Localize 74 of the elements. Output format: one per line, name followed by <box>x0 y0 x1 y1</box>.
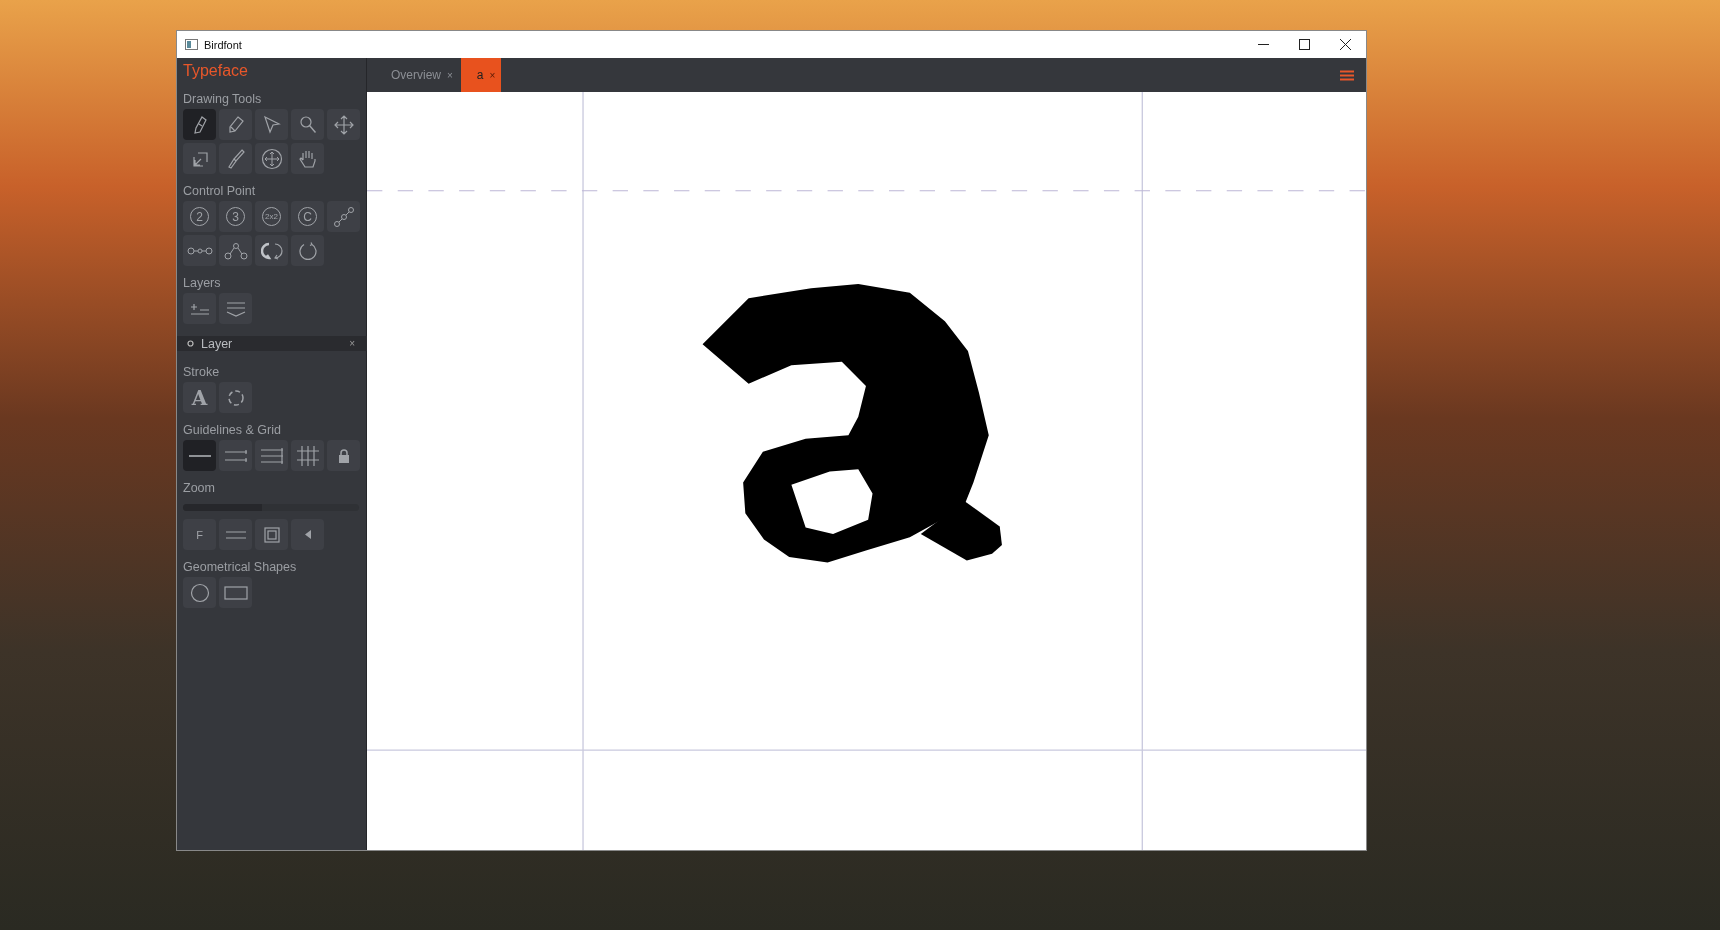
grid-icon <box>296 445 319 466</box>
tool-button[interactable] <box>327 201 360 232</box>
tool-button[interactable]: F <box>183 519 216 550</box>
tool-button[interactable] <box>219 143 252 174</box>
maximize-icon <box>1299 39 1310 50</box>
tool-button[interactable] <box>291 440 324 471</box>
section-heading: Control Point <box>183 184 257 198</box>
tool-button[interactable] <box>255 143 288 174</box>
tool-button[interactable] <box>219 293 252 324</box>
tool-button[interactable]: 3 <box>219 201 252 232</box>
tool-button[interactable] <box>327 440 360 471</box>
tool-button[interactable] <box>255 519 288 550</box>
layer-row[interactable]: Layer × <box>177 336 367 351</box>
section-heading: Drawing Tools <box>183 92 263 106</box>
tool-button[interactable] <box>183 440 216 471</box>
tool-button[interactable]: 2 <box>183 201 216 232</box>
tool-button[interactable] <box>183 577 216 608</box>
circle-icon <box>189 582 210 603</box>
move-circle-icon <box>260 147 283 170</box>
search-icon <box>297 114 318 135</box>
nodes-icon <box>223 241 248 260</box>
rectangle-icon <box>223 585 248 600</box>
tab[interactable]: Overview × <box>379 58 461 92</box>
layers-icon <box>225 300 246 317</box>
square-frame-icon <box>263 526 280 543</box>
typeface-title: Typeface <box>183 62 249 80</box>
tool-button[interactable] <box>219 577 252 608</box>
layer-close-button[interactable]: × <box>349 338 355 349</box>
close-icon <box>1340 39 1351 50</box>
tool-button[interactable] <box>183 109 216 140</box>
app-icon <box>185 39 198 50</box>
lines-icon <box>224 449 247 462</box>
tab[interactable]: a × <box>460 58 502 92</box>
tool-button[interactable] <box>255 109 288 140</box>
lock-icon <box>337 448 350 463</box>
dashed-circle-icon <box>226 388 245 407</box>
tool-button[interactable] <box>327 109 360 140</box>
tool-button[interactable]: 2x2 <box>255 201 288 232</box>
layer-name: Layer <box>201 336 233 351</box>
tool-button[interactable] <box>291 143 324 174</box>
tool-button[interactable]: A <box>183 382 216 413</box>
tool-button[interactable] <box>219 109 252 140</box>
hand-icon <box>297 148 318 169</box>
menu-icon[interactable] <box>1340 69 1354 81</box>
plus-minus-icon <box>189 301 210 316</box>
rotate-arrows-icon <box>260 240 283 261</box>
equal-lines-icon <box>225 530 246 539</box>
lines-icon <box>260 447 283 464</box>
circle-icon <box>187 340 194 347</box>
section-heading: Stroke <box>183 365 221 379</box>
window-title: Birdfont <box>204 38 242 51</box>
section-heading: Zoom <box>183 481 216 495</box>
tool-button[interactable] <box>219 382 252 413</box>
section-heading: Geometrical Shapes <box>183 560 298 574</box>
section-heading: Guidelines & Grid <box>183 423 282 437</box>
nodes-icon <box>332 205 355 228</box>
tool-button[interactable] <box>291 235 324 266</box>
triangle-left-icon <box>304 530 311 539</box>
tool-button[interactable] <box>291 519 324 550</box>
pointer-icon <box>261 114 282 135</box>
move-arrows-icon <box>333 114 354 135</box>
section-heading: Layers <box>183 276 222 290</box>
line-icon <box>188 453 211 458</box>
glyph-canvas[interactable] <box>367 92 1366 850</box>
tool-button[interactable] <box>183 143 216 174</box>
letter-icon: A <box>191 385 208 410</box>
tool-button[interactable] <box>291 109 324 140</box>
tool-button[interactable] <box>219 235 252 266</box>
tool-button[interactable] <box>183 235 216 266</box>
tool-button[interactable] <box>255 235 288 266</box>
tool-button[interactable]: C <box>291 201 324 232</box>
tool-button[interactable] <box>255 440 288 471</box>
circle-arrow-icon <box>297 240 318 261</box>
nodes-icon <box>186 245 213 256</box>
